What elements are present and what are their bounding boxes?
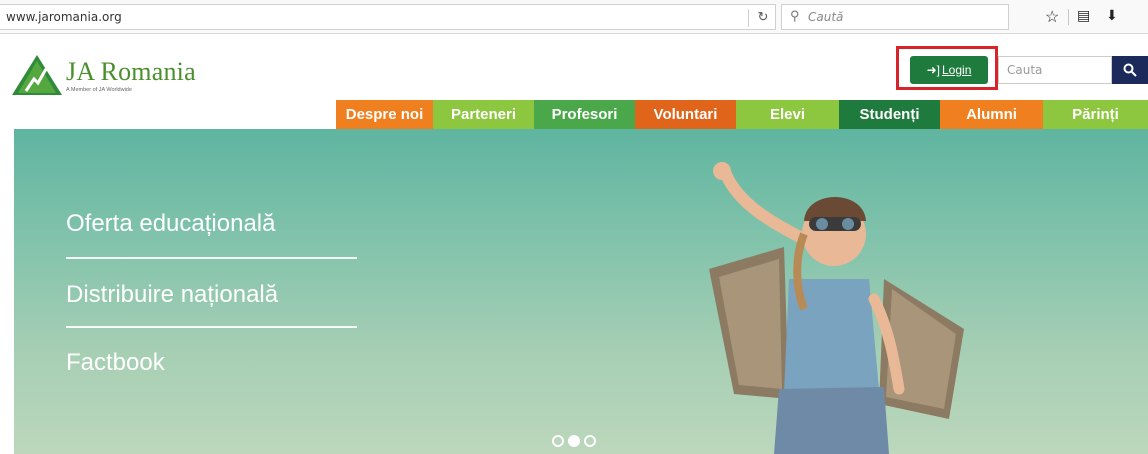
browser-toolbar: www.jaromania.org ↻ ⚲ Caută ☆ ▤ ⬇ (0, 0, 1148, 34)
nav-voluntari[interactable]: Voluntari (635, 100, 736, 129)
hero-child-image (709, 162, 964, 454)
toolbar-divider (1068, 9, 1069, 25)
browser-search-input[interactable]: ⚲ Caută (781, 4, 1009, 30)
download-icon[interactable]: ⬇ (1106, 7, 1118, 24)
slider-dots (552, 435, 596, 447)
slider-dot-active[interactable] (568, 435, 580, 447)
search-icon (1123, 63, 1137, 77)
search-icon: ⚲ (790, 8, 800, 23)
nav-parteneri[interactable]: Parteneri (433, 100, 534, 129)
reload-icon[interactable]: ↻ (748, 9, 777, 27)
hero-link-distribuire[interactable]: Distribuire națională (66, 281, 278, 309)
slider-dot[interactable] (584, 435, 596, 447)
nav-parinti[interactable]: Părinți (1043, 100, 1148, 129)
browser-search-placeholder: Caută (808, 10, 844, 24)
main-nav: Despre noi Parteneri Profesori Voluntari… (336, 100, 1148, 129)
hero-link-oferta[interactable]: Oferta educațională (66, 210, 275, 238)
nav-profesori[interactable]: Profesori (534, 100, 635, 129)
ja-logo-icon[interactable] (12, 55, 62, 95)
login-label: Login (942, 63, 972, 77)
nav-elevi[interactable]: Elevi (736, 100, 839, 129)
slider-dot[interactable] (552, 435, 564, 447)
nav-studenti[interactable]: Studenți (839, 100, 940, 129)
hero-slider: Oferta educațională Distribuire național… (14, 129, 1148, 454)
login-arrow-icon: ➜] (926, 63, 940, 77)
hero-divider (66, 257, 357, 259)
login-button[interactable]: ➜] Login (910, 56, 988, 84)
address-bar[interactable]: www.jaromania.org ↻ (0, 4, 776, 30)
site-search-input[interactable]: Cauta (998, 56, 1112, 84)
logo-text[interactable]: JA Romania (66, 57, 196, 87)
nav-despre-noi[interactable]: Despre noi (336, 100, 433, 129)
logo-tagline: A Member of JA Worldwide (66, 87, 132, 93)
hero-link-factbook[interactable]: Factbook (66, 349, 165, 377)
site-search-button[interactable] (1112, 56, 1148, 84)
nav-alumni[interactable]: Alumni (940, 100, 1043, 129)
address-url: www.jaromania.org (6, 10, 122, 24)
reader-icon[interactable]: ▤ (1077, 7, 1090, 24)
bookmark-star-icon[interactable]: ☆ (1045, 7, 1059, 27)
hero-divider (66, 326, 357, 328)
